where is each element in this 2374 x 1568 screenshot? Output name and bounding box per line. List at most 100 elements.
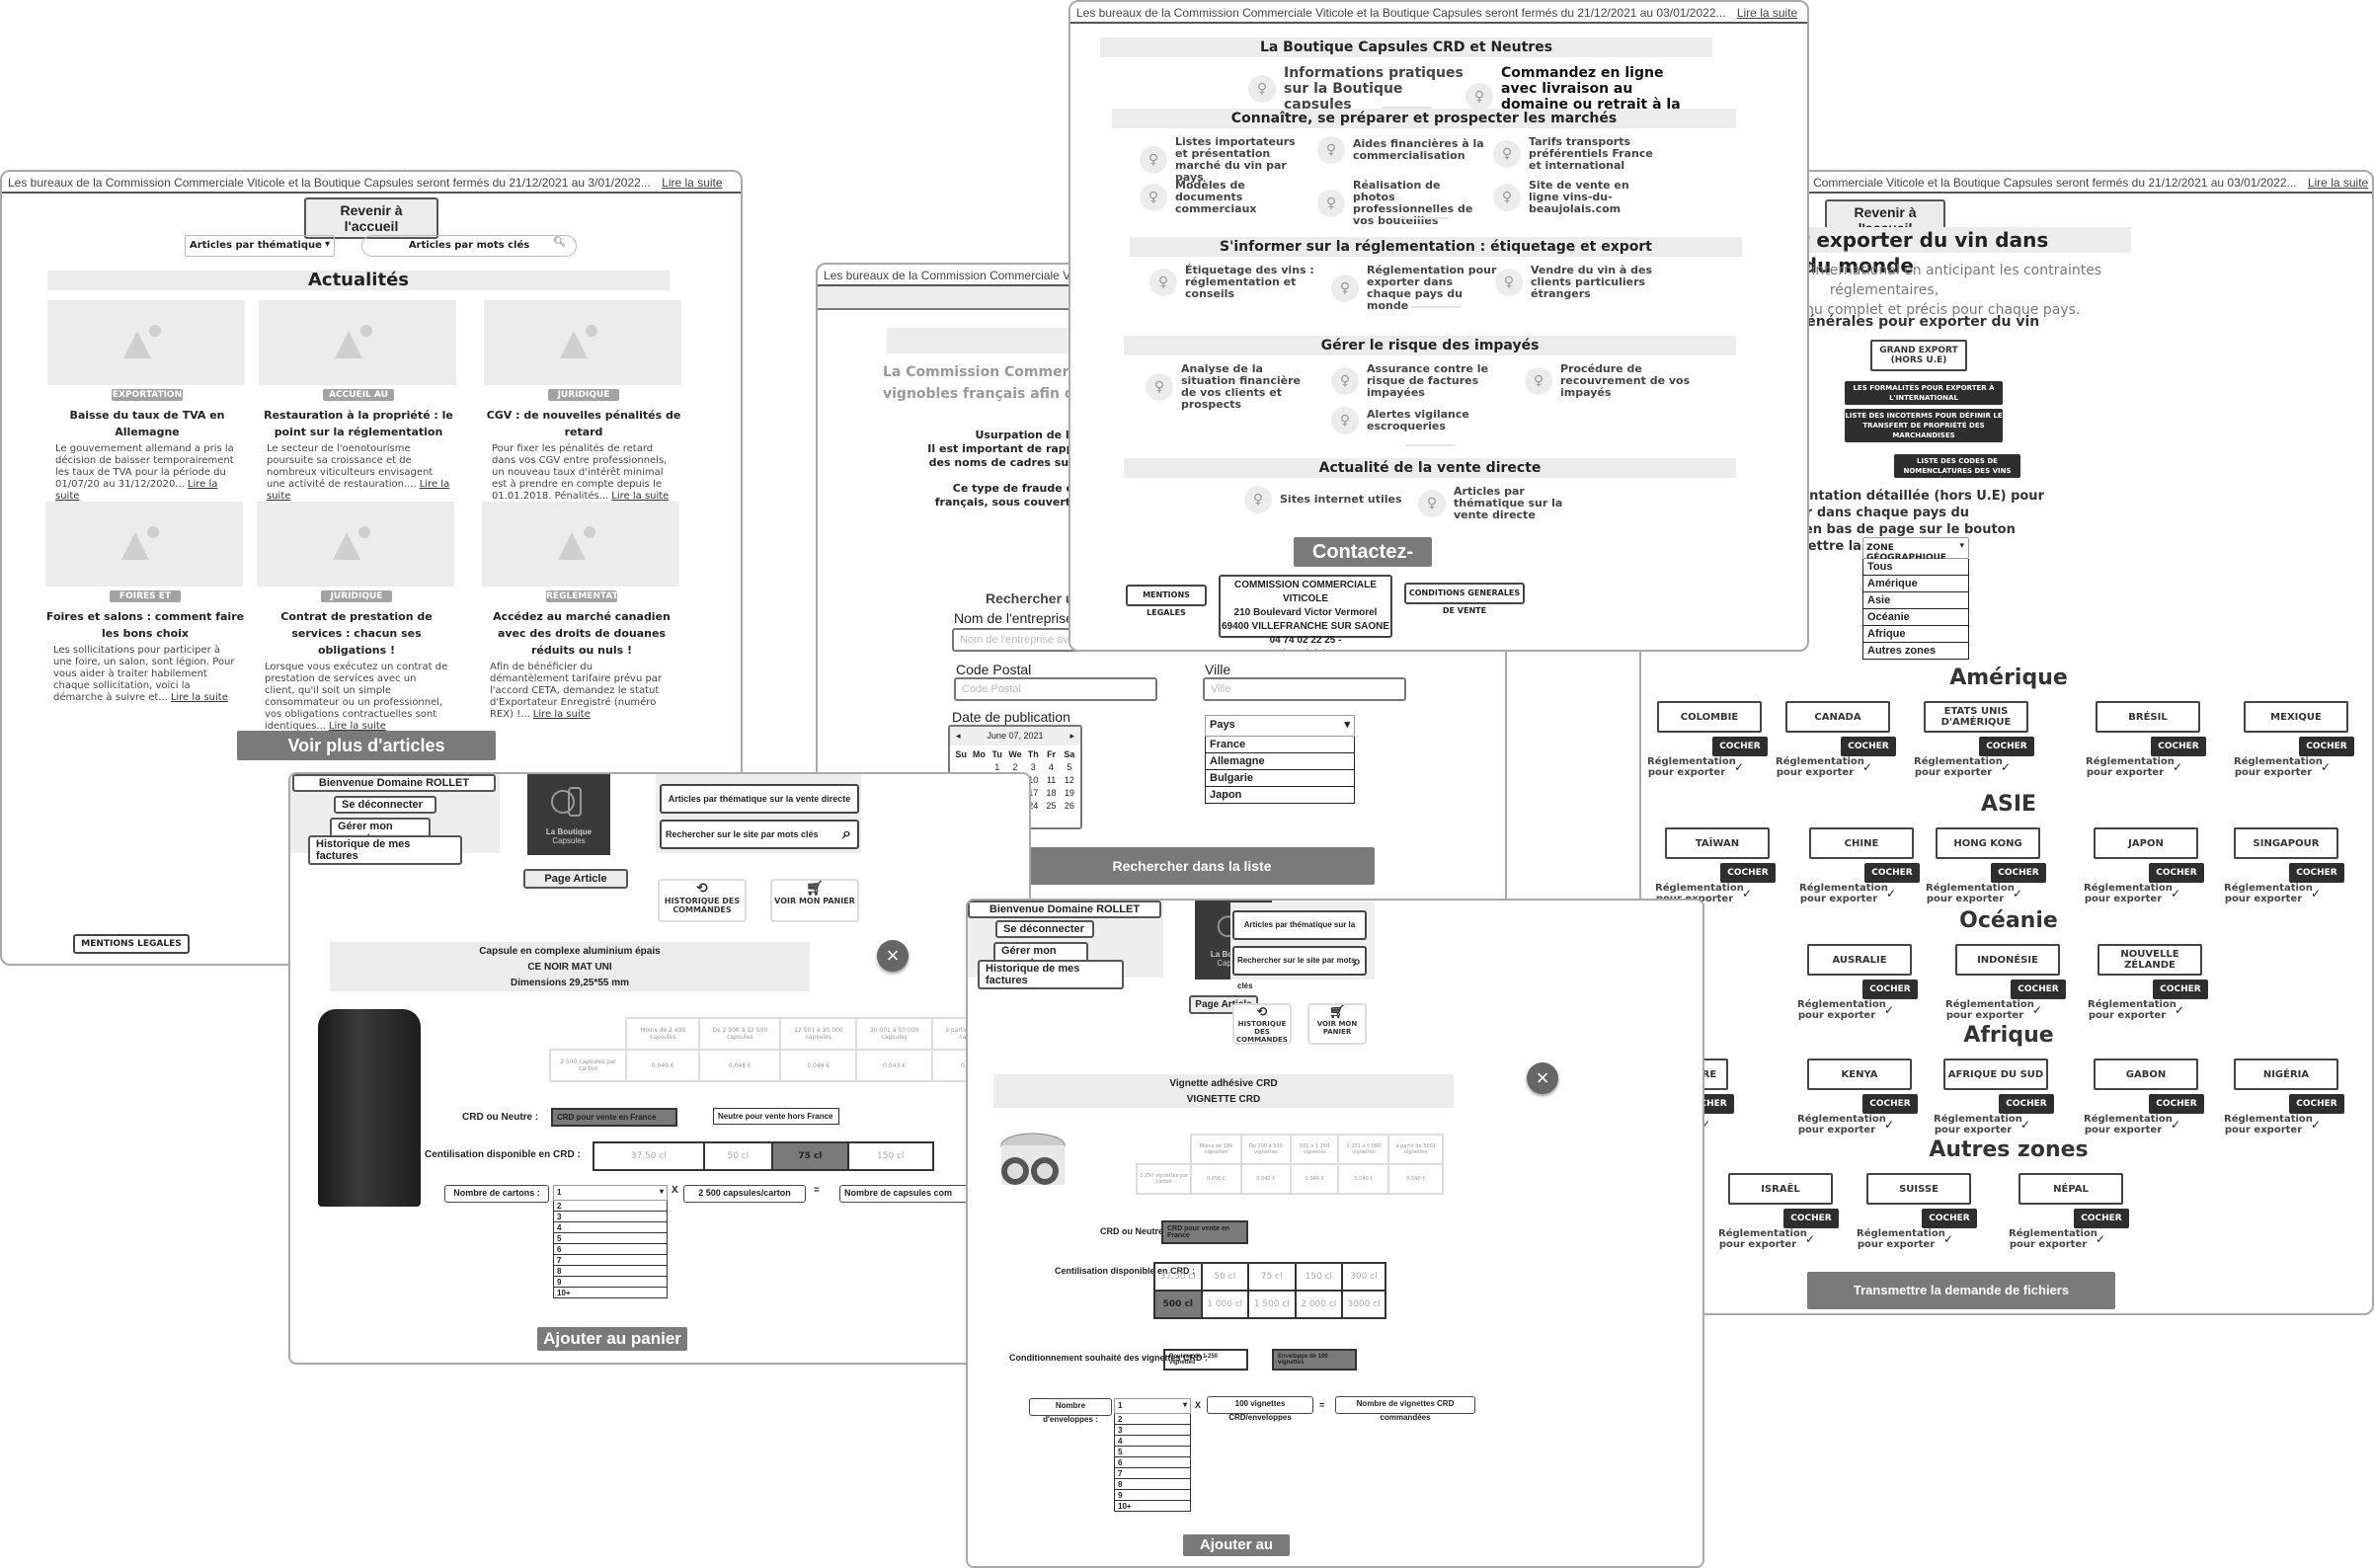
envelope-option[interactable]: Enveloppe de 100 vignettes xyxy=(1272,1349,1357,1371)
check-button[interactable]: COCHER xyxy=(2011,980,2066,999)
country-button[interactable]: SINGAPOUR xyxy=(2234,827,2338,859)
quantity-option[interactable]: 6 xyxy=(553,1244,668,1255)
cgv-button[interactable]: CONDITIONS GENERALES DE VENTE xyxy=(1404,583,1525,615)
zone-option[interactable]: Autres zones xyxy=(1862,643,1969,660)
view-cart-button[interactable]: 🛒︎ VOIR MON PANIER xyxy=(770,879,859,922)
quantity-option[interactable]: 3 xyxy=(553,1212,668,1222)
check-button[interactable]: COCHER xyxy=(2153,980,2208,999)
close-icon[interactable]: × xyxy=(1527,1062,1558,1094)
calendar-day[interactable]: 11 xyxy=(1042,775,1060,785)
country-select[interactable]: Pays ▾ xyxy=(1205,715,1355,737)
article-title[interactable]: CGV : de nouvelles pénalités de retard xyxy=(484,407,683,440)
article-title[interactable]: Accédez au marché canadien avec des droi… xyxy=(482,608,681,659)
read-more-link[interactable]: Lire la suite xyxy=(533,709,591,720)
read-more-link[interactable]: Lire la suite xyxy=(1737,6,1797,20)
country-option[interactable]: Japon xyxy=(1205,787,1355,804)
search-list-button[interactable]: Rechercher dans la liste xyxy=(1009,847,1375,885)
quantity-option[interactable]: 7 xyxy=(553,1255,668,1266)
quantity-option[interactable]: 10+ xyxy=(1114,1501,1191,1512)
calendar-day[interactable]: 3 xyxy=(1024,762,1042,772)
section-link[interactable]: ♀ Articles par thématique sur la vente di… xyxy=(1418,486,1586,521)
check-button[interactable]: COCHER xyxy=(1841,737,1896,756)
section-link[interactable]: ♀ Aides financières à la commercialisatio… xyxy=(1317,136,1485,164)
prev-month-icon[interactable]: ◂ xyxy=(956,731,961,742)
country-button[interactable]: NÉPAL xyxy=(2018,1173,2123,1205)
category-tag[interactable]: ACCUEIL AU CAVEAU xyxy=(323,389,394,412)
logout-button[interactable]: Se déconnecter xyxy=(334,796,436,814)
legal-notice-button[interactable]: MENTIONS LEGALES xyxy=(73,934,190,954)
quantity-option[interactable]: 10+ xyxy=(553,1288,668,1298)
neutre-option[interactable]: Neutre pour vente hors France xyxy=(713,1108,839,1125)
centilisation-option[interactable]: 3000 cl xyxy=(1341,1290,1386,1319)
check-button[interactable]: COCHER xyxy=(1783,1209,1839,1228)
calendar-day[interactable]: 2 xyxy=(1006,762,1024,772)
zone-option[interactable]: Afrique xyxy=(1862,626,1969,643)
section-link[interactable]: ♀ Réalisation de photos professionnelles … xyxy=(1317,180,1485,227)
check-button[interactable]: COCHER xyxy=(1712,737,1768,756)
order-history-button[interactable]: ⟲ HISTORIQUE DES COMMANDES xyxy=(1232,1003,1292,1045)
check-button[interactable]: COCHER xyxy=(1720,863,1776,883)
country-button[interactable]: ISRAËL xyxy=(1728,1173,1833,1205)
section-link[interactable]: ♀ Tarifs transports préférentiels France … xyxy=(1493,136,1661,172)
check-button[interactable]: COCHER xyxy=(2074,1209,2129,1228)
article-title[interactable]: Contrat de prestation de services : chac… xyxy=(257,608,456,659)
country-button[interactable]: NIGÉRIA xyxy=(2234,1058,2338,1090)
quantity-option[interactable]: 5 xyxy=(1114,1447,1191,1457)
country-button[interactable]: CHINE xyxy=(1809,827,1914,859)
quantity-option[interactable]: 8 xyxy=(1114,1479,1191,1490)
intl-formalities-link[interactable]: LES FORMALITÉS POUR EXPORTER À L'INTERNA… xyxy=(1845,381,2003,405)
category-tag[interactable]: RÉGLEMENTATION xyxy=(546,590,636,602)
country-button[interactable]: TAÏWAN xyxy=(1665,827,1770,859)
check-button[interactable]: COCHER xyxy=(1979,737,2034,756)
contact-button[interactable]: Contactez-nous xyxy=(1294,537,1432,592)
article-title[interactable]: Foires et salons : comment faire les bon… xyxy=(45,608,245,642)
article-card[interactable]: FOIRES ET SALONS Foires et salons : comme… xyxy=(45,502,245,704)
quantity-option[interactable]: 4 xyxy=(553,1222,668,1233)
quantity-option[interactable]: 8 xyxy=(553,1266,668,1277)
check-button[interactable]: COCHER xyxy=(1922,1209,1977,1228)
quantity-option[interactable]: 9 xyxy=(1114,1490,1191,1501)
site-search-input[interactable]: Rechercher sur le site par mots clés ⌕ xyxy=(660,820,859,849)
centilisation-option[interactable]: 50 cl xyxy=(702,1141,774,1171)
zone-option[interactable]: Asie xyxy=(1862,592,1969,609)
check-button[interactable]: COCHER xyxy=(2149,1094,2204,1114)
next-month-icon[interactable]: ▸ xyxy=(1069,731,1074,742)
close-icon[interactable]: × xyxy=(877,940,909,972)
invoices-button[interactable]: Historique de mes factures xyxy=(978,960,1124,989)
check-button[interactable]: COCHER xyxy=(1862,980,1918,999)
section-link[interactable]: ♀ Modèles de documents commerciaux xyxy=(1140,180,1307,215)
quantity-option[interactable]: 5 xyxy=(553,1233,668,1244)
city-input[interactable]: Ville xyxy=(1203,677,1406,701)
read-more-link[interactable]: Lire la suite xyxy=(2308,176,2368,190)
centilisation-option[interactable]: 37.50 cl xyxy=(1153,1262,1203,1292)
cartons-select[interactable]: 1 ▾ xyxy=(553,1185,668,1201)
zone-option[interactable]: Océanie xyxy=(1862,609,1969,626)
quantity-option[interactable]: 2 xyxy=(1114,1414,1191,1425)
thematic-link[interactable]: Articles par thématique sur la vente dir… xyxy=(1232,910,1367,955)
country-button[interactable]: BRÉSIL xyxy=(2096,701,2200,733)
legal-notice-button[interactable]: MENTIONS LEGALES xyxy=(1126,585,1207,617)
article-card[interactable]: JURIDIQUE Contrat de prestation de servic… xyxy=(257,502,456,733)
quantity-option[interactable]: 4 xyxy=(1114,1436,1191,1447)
add-to-cart-button[interactable]: Ajouter au panier xyxy=(1183,1534,1290,1566)
country-option[interactable]: France xyxy=(1205,737,1355,753)
calendar-day[interactable]: 25 xyxy=(1042,801,1060,811)
centilisation-option[interactable]: 1 500 cl xyxy=(1247,1290,1297,1319)
check-button[interactable]: COCHER xyxy=(2289,863,2344,883)
calendar-day[interactable]: 1 xyxy=(989,762,1006,772)
country-button[interactable]: INDONÉSIE xyxy=(1955,944,2060,976)
submit-request-button[interactable]: Transmettre la demande de fichiers xyxy=(1807,1272,2115,1309)
quantity-option[interactable]: 7 xyxy=(1114,1468,1191,1479)
section-link[interactable]: ♀ Procédure de recouvrement de vos impayé… xyxy=(1525,363,1693,399)
crd-france-option[interactable]: CRD pour vente en France xyxy=(551,1108,677,1127)
check-button[interactable]: COCHER xyxy=(1999,1094,2054,1114)
centilisation-option[interactable]: 1 000 cl xyxy=(1200,1290,1249,1319)
quantity-option[interactable]: 9 xyxy=(553,1277,668,1288)
check-button[interactable]: COCHER xyxy=(1991,863,2046,883)
envelopes-select[interactable]: 1 ▾ xyxy=(1114,1398,1191,1414)
country-option[interactable]: Allemagne xyxy=(1205,753,1355,770)
country-button[interactable]: GABON xyxy=(2094,1058,2198,1090)
centilisation-option[interactable]: 75 cl xyxy=(771,1141,849,1171)
section-link[interactable]: ♀ Sites internet utiles xyxy=(1244,486,1412,513)
calendar-day[interactable]: 12 xyxy=(1061,775,1078,785)
